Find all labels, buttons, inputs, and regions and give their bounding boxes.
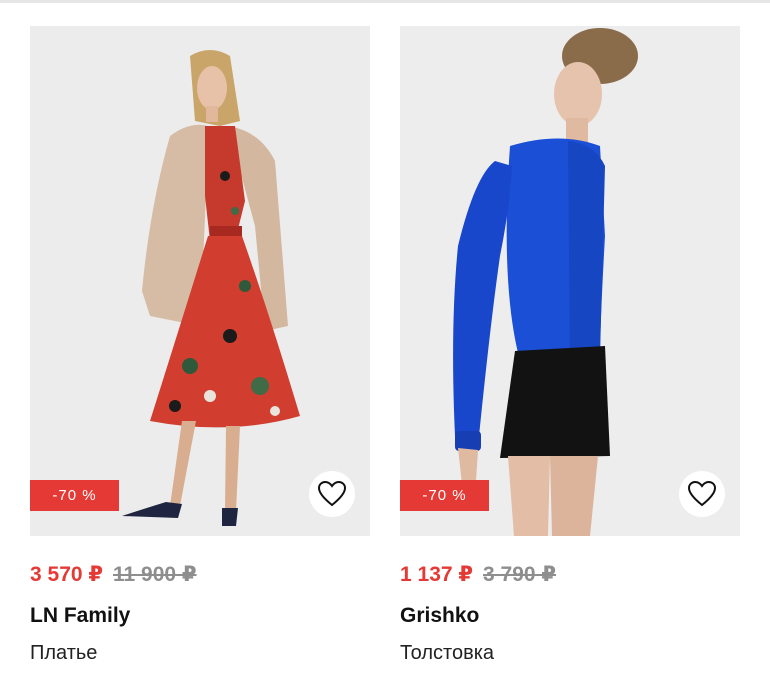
price-old: 11 900 ₽: [113, 563, 197, 586]
product-brand[interactable]: LN Family: [30, 604, 370, 628]
price-old: 3 790 ₽: [483, 563, 556, 586]
product-image[interactable]: -70 %: [400, 26, 740, 536]
heart-outline-icon: [318, 481, 346, 507]
favorite-button[interactable]: [309, 471, 355, 517]
product-photo-sweatshirt: [400, 26, 740, 536]
product-card[interactable]: -70 % 3 570 ₽ 11 900 ₽ LN Family Платье: [30, 26, 370, 665]
price-current: 1 137 ₽: [400, 563, 473, 586]
product-grid: -70 % 3 570 ₽ 11 900 ₽ LN Family Платье: [30, 26, 740, 665]
product-brand[interactable]: Grishko: [400, 604, 740, 628]
discount-badge: -70 %: [400, 480, 489, 511]
price-row: 3 570 ₽ 11 900 ₽: [30, 562, 370, 586]
product-image[interactable]: -70 %: [30, 26, 370, 536]
heart-outline-icon: [688, 481, 716, 507]
product-photo-dress: [30, 26, 370, 536]
discount-badge: -70 %: [30, 480, 119, 511]
product-card[interactable]: -70 % 1 137 ₽ 3 790 ₽ Grishko Толстовка: [400, 26, 740, 665]
favorite-button[interactable]: [679, 471, 725, 517]
product-category: Толстовка: [400, 642, 495, 664]
top-divider: [0, 0, 770, 3]
product-category: Платье: [30, 642, 98, 664]
price-current: 3 570 ₽: [30, 563, 103, 586]
price-row: 1 137 ₽ 3 790 ₽: [400, 562, 740, 586]
